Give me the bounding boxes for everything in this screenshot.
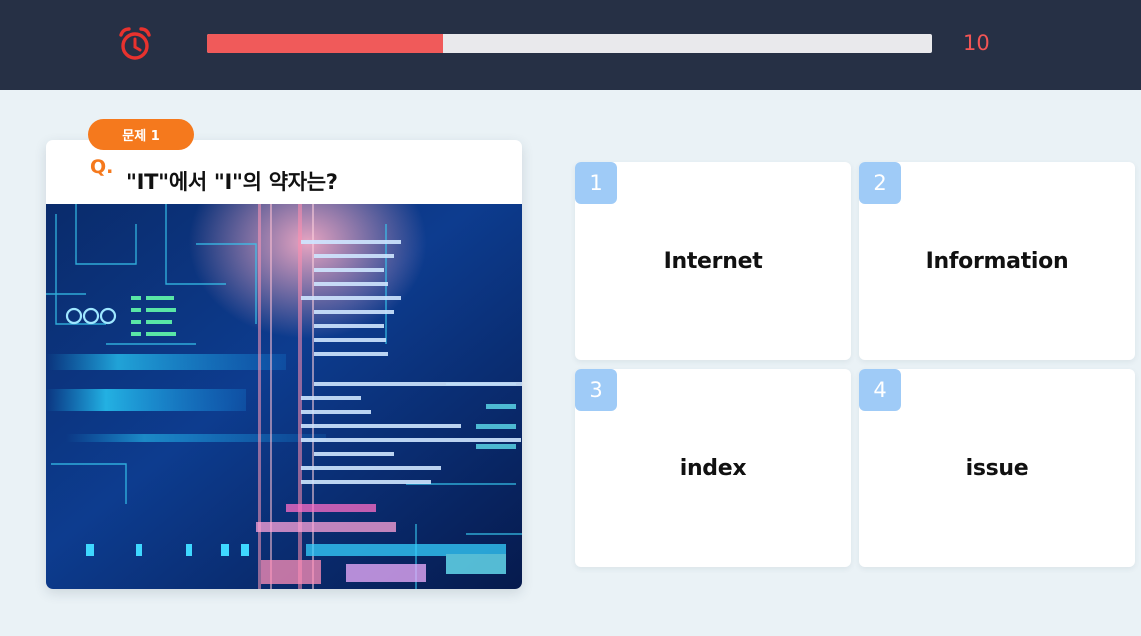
answer-label: Internet — [663, 248, 763, 274]
answer-label: Information — [925, 248, 1069, 274]
timer-count: 10 — [963, 31, 990, 55]
answer-label: issue — [965, 455, 1029, 481]
question-prefix: Q. — [90, 156, 114, 178]
answer-option-1[interactable]: 1 Internet — [575, 162, 851, 360]
answer-label: index — [679, 455, 747, 481]
question-number-badge: 문제 1 — [88, 119, 194, 150]
question-card — [46, 140, 522, 589]
answer-option-3[interactable]: 3 index — [575, 369, 851, 567]
code-screen-image — [46, 204, 522, 589]
answer-option-4[interactable]: 4 issue — [859, 369, 1135, 567]
alarm-clock-icon — [119, 27, 151, 60]
question-text: "IT"에서 "I"의 약자는? — [126, 170, 338, 194]
answer-option-2[interactable]: 2 Information — [859, 162, 1135, 360]
timer-progress-fill — [207, 34, 443, 53]
timer-progress-bar — [207, 34, 932, 53]
header-bar: 10 — [0, 0, 1141, 90]
